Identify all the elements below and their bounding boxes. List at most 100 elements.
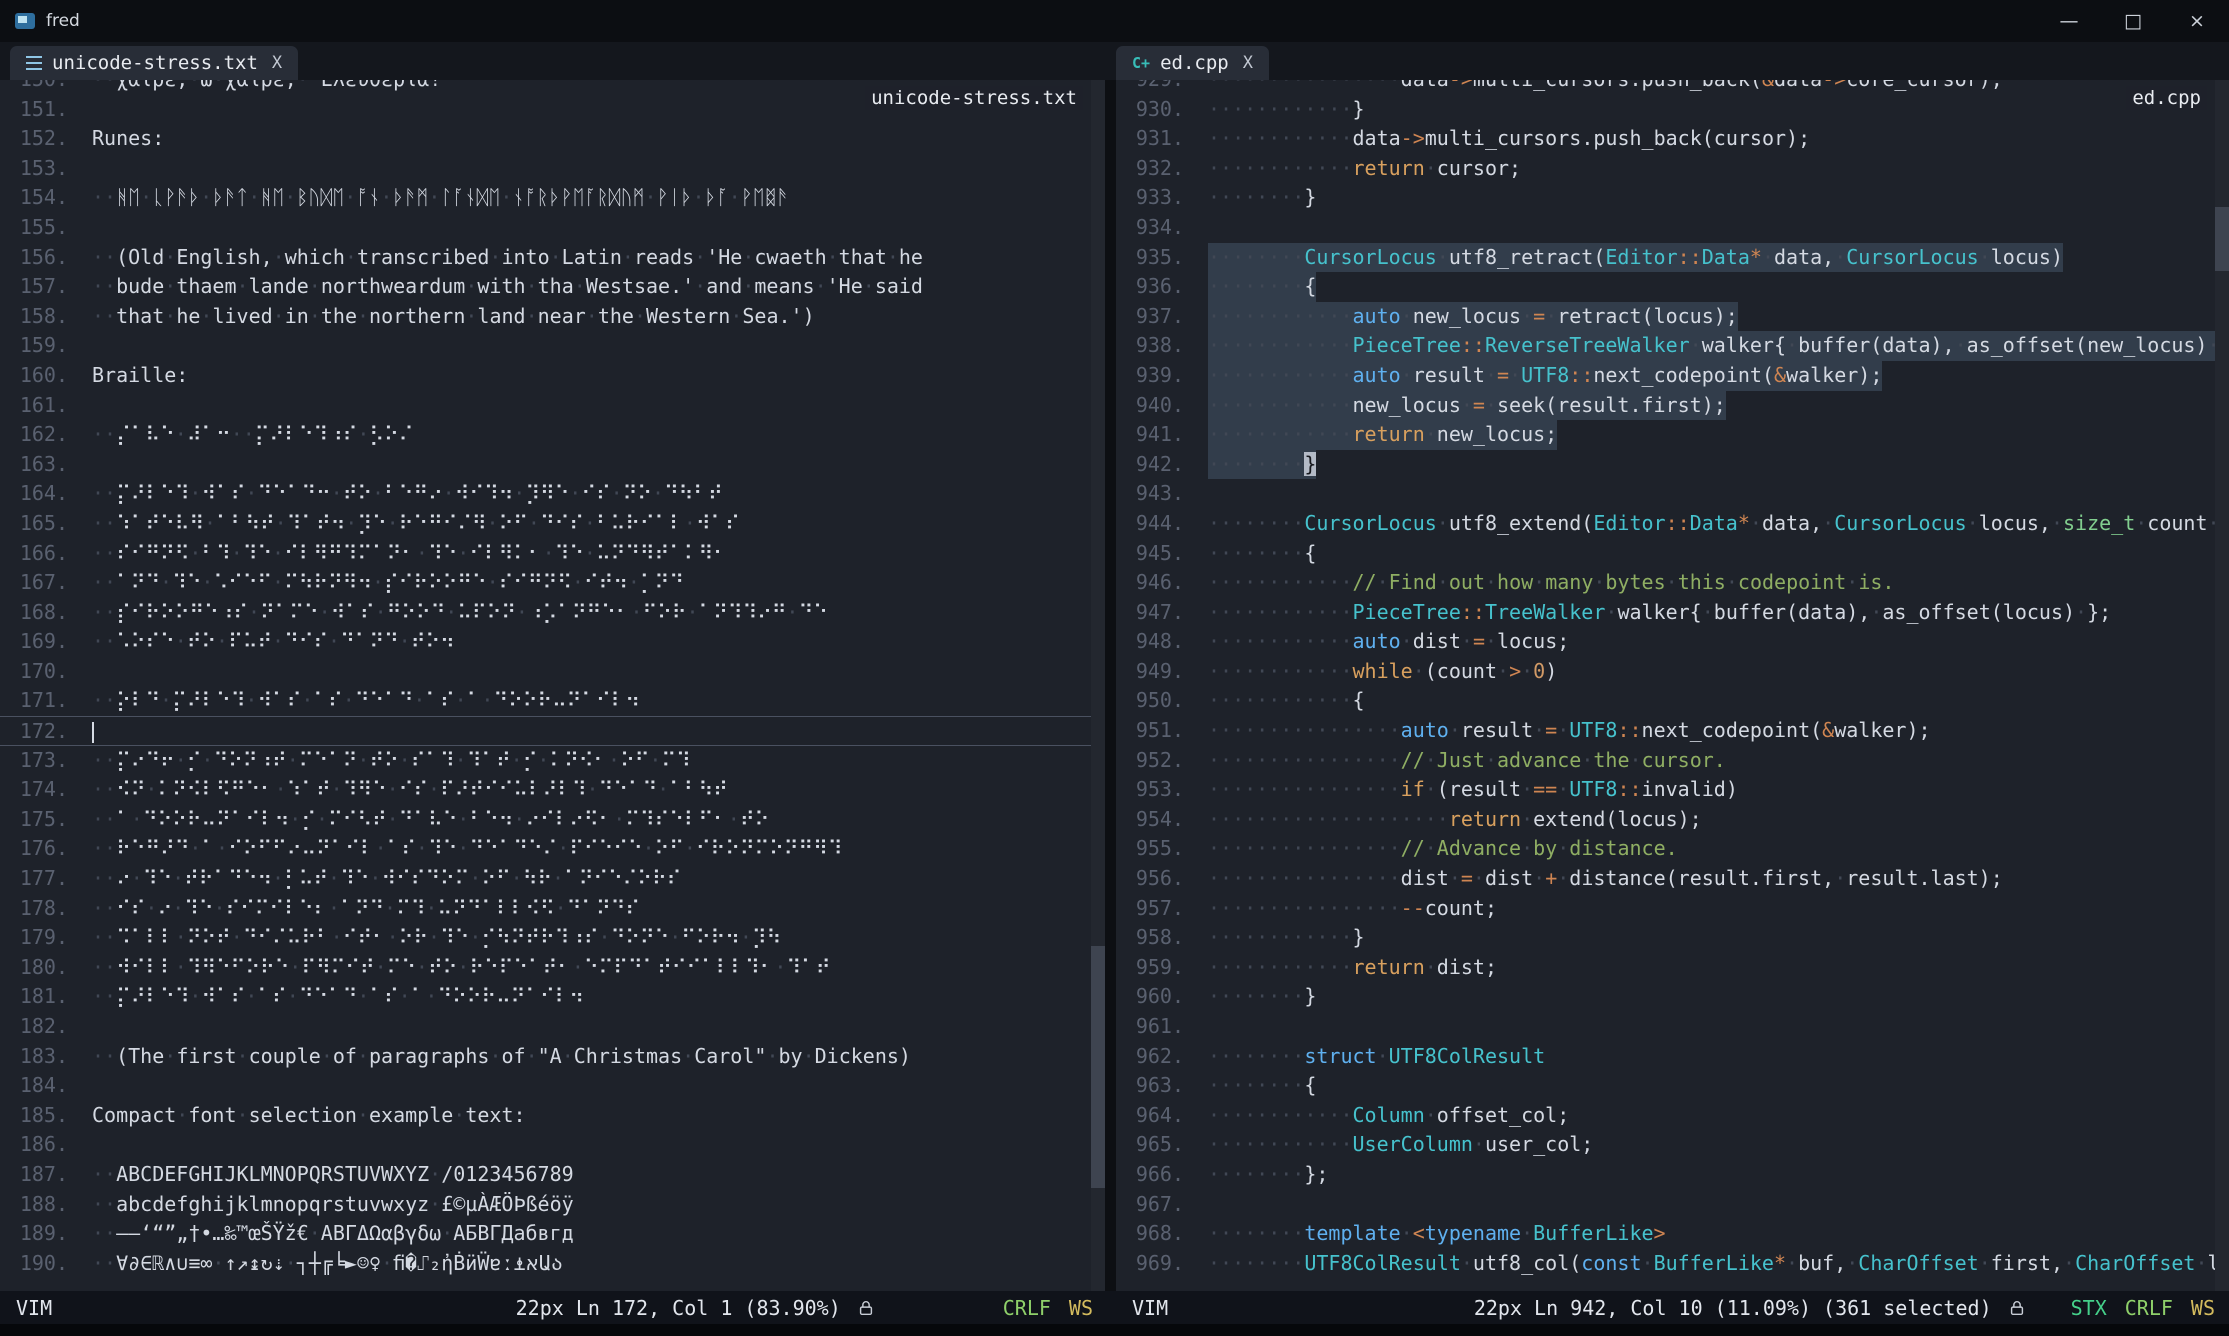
text-line[interactable]: 183.··(The·first·couple·of·paragraphs·of… bbox=[0, 1042, 1105, 1072]
code-line[interactable]: 954.····················return·extend(lo… bbox=[1116, 805, 2229, 835]
tab-ed-cpp[interactable]: C+ ed.cpp X bbox=[1116, 46, 1269, 80]
text-line[interactable]: 158.··that·he·lived·in·the·northern·land… bbox=[0, 302, 1105, 332]
code-line[interactable]: 955.················//·Advance·by·distan… bbox=[1116, 834, 2229, 864]
tab-close-icon[interactable]: X bbox=[272, 53, 282, 73]
code-line[interactable]: 967. bbox=[1116, 1190, 2229, 1220]
text-line[interactable]: 160.Braille: bbox=[0, 361, 1105, 391]
text-line[interactable]: 157.··bude·thaem·lande·northweardum·with… bbox=[0, 272, 1105, 302]
text-line[interactable]: 152.Runes: bbox=[0, 124, 1105, 154]
pane-divider[interactable] bbox=[1105, 80, 1116, 1291]
code-line[interactable]: 952.················//·Just·advance·the·… bbox=[1116, 746, 2229, 776]
text-line[interactable]: 175.··⠁·⠙⠕⠕⠗⠤⠝⠁⠊⠇⠲·⡊·⠍⠊⠣⠞·⠙⠁⠧⠑·⠃⠑⠲·⠔⠊⠇⠔⠫… bbox=[0, 805, 1105, 835]
code-line[interactable]: 933.········} bbox=[1116, 183, 2229, 213]
code-line[interactable]: 932.············return·cursor; bbox=[1116, 154, 2229, 184]
text-line[interactable]: 180.··⠺⠊⠇⠇·⠹⠻⠑⠋⠕⠗⠑·⠏⠻⠍⠊⠞·⠍⠑·⠞⠕·⠗⠑⠏⠑⠁⠞⠂·⠑… bbox=[0, 953, 1105, 983]
code-line[interactable]: 958.············} bbox=[1116, 923, 2229, 953]
code-line[interactable]: 960.········} bbox=[1116, 982, 2229, 1012]
text-line[interactable]: 184. bbox=[0, 1071, 1105, 1101]
code-line[interactable]: 956.················dist·=·dist·+·distan… bbox=[1116, 864, 2229, 894]
text-line[interactable]: 178.··⠊⠎·⠔·⠹⠑·⠎⠊⠍⠊⠇⠑⠆·⠁⠝⠙·⠍⠹·⠥⠝⠙⠁⠇⠇⠪⠫·⠙⠁… bbox=[0, 894, 1105, 924]
code-line[interactable]: 964.············Column·offset_col; bbox=[1116, 1101, 2229, 1131]
code-line[interactable]: 941.············return·new_locus; bbox=[1116, 420, 2229, 450]
line-content: ··–—‘“”„†•…‰™œŠŸž€·ΑΒΓΔΩαβγδω·АБВГДабвгд bbox=[92, 1219, 574, 1249]
code-line[interactable]: 930.············} bbox=[1116, 95, 2229, 125]
lock-icon[interactable] bbox=[2008, 1299, 2026, 1317]
right-scrollbar-thumb[interactable] bbox=[2215, 207, 2229, 271]
left-editor-pane[interactable]: 150.··χαῖρε,·ὦ·χαῖρε,·᾿Ελευθεριά!151.152… bbox=[0, 80, 1105, 1291]
code-line[interactable]: 937.············auto·new_locus·=·retract… bbox=[1116, 302, 2229, 332]
code-line[interactable]: 939.············auto·result·=·UTF8::next… bbox=[1116, 361, 2229, 391]
text-line[interactable]: 165.··⠱⠁⠞⠑⠧⠻·⠁⠃⠳⠞·⠹⠁⠞⠲·⡹⠑·⠗⠑⠛⠊⠌⠻·⠕⠋·⠙⠊⠎·… bbox=[0, 509, 1105, 539]
text-line[interactable]: 162.··⡌⠁⠧⠑·⠼⠁⠒··⡍⠜⠇⠑⠹⠰⠎·⡣⠕⠌ bbox=[0, 420, 1105, 450]
code-line[interactable]: 965.············UserColumn·user_col; bbox=[1116, 1130, 2229, 1160]
text-line[interactable]: 190.··∀∂∈ℝ∧∪≡∞·↑↗↨↻⇣·┐┼╔╘►☺♀·ﬁ�⑀₂ἠḂӥẄɐː⍎… bbox=[0, 1249, 1105, 1279]
code-line[interactable]: 951.················auto·result·=·UTF8::… bbox=[1116, 716, 2229, 746]
minimize-button[interactable]: — bbox=[2037, 0, 2101, 42]
code-line[interactable]: 948.············auto·dist·=·locus; bbox=[1116, 627, 2229, 657]
code-line[interactable]: 947.············PieceTree::TreeWalker·wa… bbox=[1116, 598, 2229, 628]
filename-overlay: ed.cpp bbox=[2126, 86, 2207, 110]
lock-icon[interactable] bbox=[857, 1299, 875, 1317]
left-scrollbar-thumb[interactable] bbox=[1091, 946, 1105, 1188]
code-line[interactable]: 929.················data->multi_cursors.… bbox=[1116, 80, 2229, 95]
text-line[interactable]: 166.··⠎⠊⠛⠝⠫·⠃⠹·⠹⠑·⠊⠇⠻⠛⠹⠍⠁⠝⠂·⠹⠑·⠊⠇⠻⠅⠂·⠹⠑·… bbox=[0, 539, 1105, 569]
code-line[interactable]: 968.········template·<typename·BufferLik… bbox=[1116, 1219, 2229, 1249]
line-content: ············while·(count·>·0) bbox=[1208, 657, 1557, 687]
maximize-button[interactable]: □ bbox=[2101, 0, 2165, 42]
code-line[interactable]: 966.········}; bbox=[1116, 1160, 2229, 1190]
text-line[interactable]: 186. bbox=[0, 1130, 1105, 1160]
text-line[interactable]: 167.··⠁⠝⠙·⠹⠑·⠡⠊⠑⠋·⠍⠳⠗⠝⠻⠲·⡎⠊⠗⠕⠕⠛⠑·⠎⠊⠛⠝⠫·⠊… bbox=[0, 568, 1105, 598]
text-line[interactable]: 153. bbox=[0, 154, 1105, 184]
text-line[interactable]: 156.··(Old·English,·which·transcribed·in… bbox=[0, 243, 1105, 273]
code-line[interactable]: 969.········UTF8ColResult·utf8_col(const… bbox=[1116, 1249, 2229, 1279]
code-line[interactable]: 942.········} bbox=[1116, 450, 2229, 480]
tab-close-icon[interactable]: X bbox=[1243, 53, 1253, 73]
code-line[interactable]: 936.········{ bbox=[1116, 272, 2229, 302]
text-line[interactable]: 172. bbox=[0, 716, 1105, 746]
tab-unicode-stress-txt[interactable]: unicode-stress.txt X bbox=[10, 46, 298, 80]
code-line[interactable]: 944.········CursorLocus·utf8_extend(Edit… bbox=[1116, 509, 2229, 539]
text-line[interactable]: 154.··ᚻᛖ·ᚳᚹᚫᚦ·ᚦᚫᛏ·ᚻᛖ·ᛒᚢᛞᛖ·ᚩᚾ·ᚦᚫᛗ·ᛚᚪᚾᛞᛖ·ᚾ… bbox=[0, 183, 1105, 213]
code-line[interactable]: 943. bbox=[1116, 479, 2229, 509]
code-line[interactable]: 946.············//·Find·out·how·many·byt… bbox=[1116, 568, 2229, 598]
code-line[interactable]: 934. bbox=[1116, 213, 2229, 243]
text-line[interactable]: 176.··⠗⠑⠛⠜⠙·⠁·⠊⠕⠋⠋⠔⠤⠝⠁⠊⠇·⠁⠎·⠹⠑·⠙⠑⠁⠙⠑⠌·⠏⠊… bbox=[0, 834, 1105, 864]
right-editor-pane[interactable]: 929.················data->multi_cursors.… bbox=[1116, 80, 2229, 1291]
text-line[interactable]: 168.··⡎⠊⠗⠕⠕⠛⠑⠰⠎·⠝⠁⠍⠑·⠺⠁⠎·⠛⠕⠕⠙·⠥⠏⠕⠝·⠰⡡⠁⠝⠛… bbox=[0, 598, 1105, 628]
text-line[interactable]: 188.··abcdefghijklmnopqrstuvwxyz·£©µÀÆÖÞ… bbox=[0, 1190, 1105, 1220]
text-line[interactable]: 169.··⠡⠕⠎⠑·⠞⠕·⠏⠥⠞·⠙⠊⠎·⠙⠁⠝⠙·⠞⠕⠲ bbox=[0, 627, 1105, 657]
text-line[interactable]: 155. bbox=[0, 213, 1105, 243]
close-button[interactable]: × bbox=[2165, 0, 2229, 42]
text-line[interactable]: 170. bbox=[0, 657, 1105, 687]
code-line[interactable]: 949.············while·(count·>·0) bbox=[1116, 657, 2229, 687]
text-line[interactable]: 171.··⡕⠇⠙·⡍⠜⠇⠑⠹·⠺⠁⠎·⠁⠎·⠙⠑⠁⠙·⠁⠎·⠁·⠙⠕⠕⠗⠤⠝⠁… bbox=[0, 686, 1105, 716]
code-line[interactable]: 963.········{ bbox=[1116, 1071, 2229, 1101]
code-line[interactable]: 945.········{ bbox=[1116, 539, 2229, 569]
right-scrollbar[interactable] bbox=[2215, 80, 2229, 1291]
text-line[interactable]: 185.Compact·font·selection·example·text: bbox=[0, 1101, 1105, 1131]
text-line[interactable]: 174.··⠪⠝·⠅⠝⠪⠇⠫⠛⠑⠂·⠱⠁⠞·⠹⠻⠑·⠊⠎·⠏⠜⠞⠊⠊⠥⠇⠜⠇⠹·… bbox=[0, 775, 1105, 805]
text-line[interactable]: 187.··ABCDEFGHIJKLMNOPQRSTUVWXYZ·/012345… bbox=[0, 1160, 1105, 1190]
code-line[interactable]: 961. bbox=[1116, 1012, 2229, 1042]
text-line[interactable]: 163. bbox=[0, 450, 1105, 480]
code-line[interactable]: 959.············return·dist; bbox=[1116, 953, 2229, 983]
code-line[interactable]: 935.········CursorLocus·utf8_retract(Edi… bbox=[1116, 243, 2229, 273]
code-line[interactable]: 938.············PieceTree::ReverseTreeWa… bbox=[1116, 331, 2229, 361]
text-line[interactable]: 181.··⡍⠜⠇⠑⠹·⠺⠁⠎·⠁⠎·⠙⠑⠁⠙·⠁⠎·⠁·⠙⠕⠕⠗⠤⠝⠁⠊⠇⠲ bbox=[0, 982, 1105, 1012]
code-line[interactable]: 962.········struct·UTF8ColResult bbox=[1116, 1042, 2229, 1072]
code-line[interactable]: 940.············new_locus·=·seek(result.… bbox=[1116, 391, 2229, 421]
text-line[interactable]: 173.··⡍⠔⠙⠖·⡊·⠙⠕⠝⠰⠞·⠍⠑⠁⠝·⠞⠕·⠎⠁⠹·⠹⠁⠞·⡊·⠅⠝⠪… bbox=[0, 746, 1105, 776]
left-scrollbar[interactable] bbox=[1091, 80, 1105, 1291]
text-line[interactable]: 189.··–—‘“”„†•…‰™œŠŸž€·ΑΒΓΔΩαβγδω·АБВГДа… bbox=[0, 1219, 1105, 1249]
text-line[interactable]: 161. bbox=[0, 391, 1105, 421]
window-controls: — □ × bbox=[2037, 0, 2229, 42]
code-line[interactable]: 931.············data->multi_cursors.push… bbox=[1116, 124, 2229, 154]
text-line[interactable]: 179.··⠩⠁⠇⠇·⠝⠕⠞·⠙⠊⠌⠥⠗⠃·⠊⠞⠂·⠕⠗·⠹⠑·⡊⠳⠝⠞⠗⠹⠰⠎… bbox=[0, 923, 1105, 953]
text-line[interactable]: 159. bbox=[0, 331, 1105, 361]
text-line[interactable]: 182. bbox=[0, 1012, 1105, 1042]
text-line[interactable]: 177.··⠔·⠹⠑·⠞⠗⠁⠙⠑⠲·⡃⠥⠞·⠹⠑·⠺⠊⠎⠙⠕⠍·⠕⠋·⠳⠗·⠁⠝… bbox=[0, 864, 1105, 894]
text-line[interactable]: 164.··⡍⠜⠇⠑⠹·⠺⠁⠎·⠙⠑⠁⠙⠒·⠞⠕·⠃⠑⠛⠔·⠺⠊⠹⠲·⡹⠻⠑·⠊… bbox=[0, 479, 1105, 509]
code-line[interactable]: 957.················--count; bbox=[1116, 894, 2229, 924]
code-line[interactable]: 953.················if·(result·==·UTF8::… bbox=[1116, 775, 2229, 805]
code-line[interactable]: 950.············{ bbox=[1116, 686, 2229, 716]
